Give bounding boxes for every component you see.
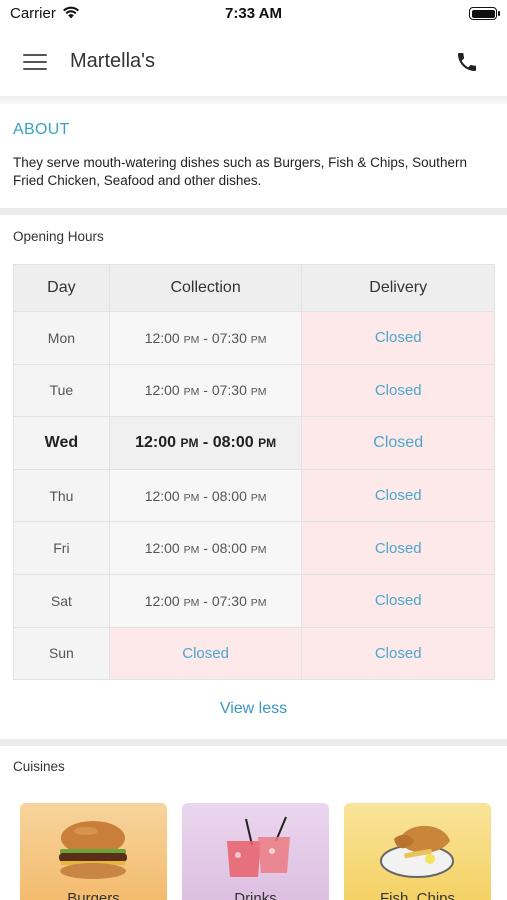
view-less-link[interactable]: View less bbox=[0, 700, 507, 718]
day-cell: Sat bbox=[13, 573, 110, 628]
cocktail-icon bbox=[227, 816, 290, 877]
header-day: Day bbox=[13, 264, 110, 312]
opening-hours-table: Day Collection Delivery Mon 12:00 PM - 0… bbox=[13, 264, 495, 681]
day-cell: Wed bbox=[13, 416, 110, 470]
table-row-today: Wed 12:00 PM - 08:00 PM Closed bbox=[13, 416, 495, 470]
about-title: ABOUT bbox=[13, 121, 70, 138]
phone-icon[interactable] bbox=[455, 50, 479, 74]
cuisine-card-fish-chips[interactable]: Fish, Chips bbox=[344, 803, 491, 900]
about-section: ABOUT They serve mouth-watering dishes s… bbox=[0, 104, 507, 208]
cuisine-card-burgers[interactable]: Burgers bbox=[20, 803, 167, 900]
collection-cell: 12:00 PM - 07:30 PM bbox=[108, 573, 303, 628]
cuisine-label: Burgers bbox=[67, 890, 120, 900]
delivery-cell: Closed bbox=[301, 311, 495, 365]
delivery-cell: Closed bbox=[301, 468, 495, 523]
cuisine-label: Drinks bbox=[234, 890, 277, 900]
nav-shadow bbox=[0, 96, 507, 104]
delivery-cell: Closed bbox=[301, 363, 495, 418]
section-divider bbox=[0, 739, 507, 746]
nav-bar: Martella's bbox=[0, 28, 507, 96]
day-cell: Mon bbox=[13, 311, 110, 365]
day-cell: Tue bbox=[13, 363, 110, 418]
about-text: They serve mouth-watering dishes such as… bbox=[13, 155, 467, 188]
collection-cell: 12:00 PM - 07:30 PM bbox=[108, 311, 303, 365]
collection-cell: 12:00 PM - 08:00 PM bbox=[108, 468, 303, 523]
cuisine-card-drinks[interactable]: Drinks bbox=[182, 803, 329, 900]
header-delivery: Delivery bbox=[301, 264, 495, 312]
table-header-row: Day Collection Delivery bbox=[13, 264, 495, 312]
burger-icon bbox=[59, 821, 127, 879]
delivery-cell: Closed bbox=[301, 626, 495, 681]
table-row: Thu 12:00 PM - 08:00 PM Closed bbox=[13, 468, 495, 523]
table-row: Sun Closed Closed bbox=[13, 626, 495, 681]
cuisine-label: Fish, Chips bbox=[379, 890, 456, 900]
delivery-cell: Closed bbox=[301, 573, 495, 628]
table-row: Mon 12:00 PM - 07:30 PM Closed bbox=[13, 311, 495, 365]
day-cell: Sun bbox=[13, 626, 110, 681]
hamburger-menu-icon[interactable] bbox=[23, 53, 47, 71]
table-row: Sat 12:00 PM - 07:30 PM Closed bbox=[13, 573, 495, 628]
delivery-cell: Closed bbox=[301, 521, 495, 575]
delivery-cell: Closed bbox=[301, 416, 495, 470]
collection-cell: 12:00 PM - 08:00 PM bbox=[108, 416, 303, 470]
collection-cell: 12:00 PM - 08:00 PM bbox=[108, 521, 303, 575]
status-time: 7:33 AM bbox=[225, 5, 282, 22]
restaurant-title: Martella's bbox=[70, 50, 155, 72]
collection-cell: Closed bbox=[108, 626, 303, 681]
collection-cell: 12:00 PM - 07:30 PM bbox=[108, 363, 303, 418]
cuisines-title: Cuisines bbox=[13, 759, 65, 774]
day-cell: Thu bbox=[13, 468, 110, 523]
opening-hours-title: Opening Hours bbox=[13, 229, 104, 244]
section-divider bbox=[0, 208, 507, 215]
table-row: Fri 12:00 PM - 08:00 PM Closed bbox=[13, 521, 495, 575]
battery-icon bbox=[469, 7, 500, 20]
fish-and-chips-icon bbox=[380, 825, 454, 878]
table-row: Tue 12:00 PM - 07:30 PM Closed bbox=[13, 363, 495, 418]
header-collection: Collection bbox=[108, 264, 303, 312]
day-cell: Fri bbox=[13, 521, 110, 575]
status-bar: Carrier 7:33 AM bbox=[0, 0, 507, 28]
